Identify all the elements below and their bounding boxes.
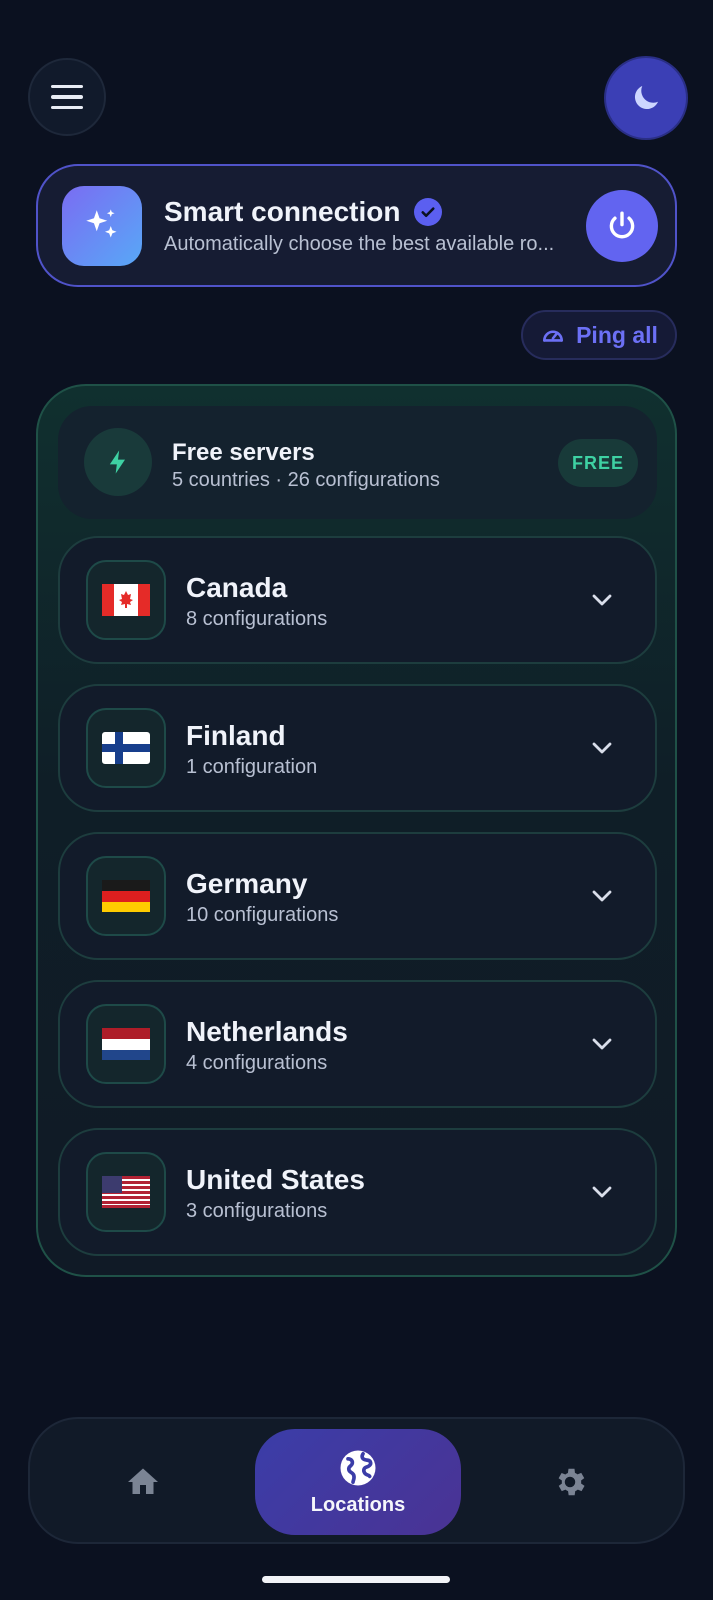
germany-flag-icon [86, 856, 166, 936]
power-icon [609, 211, 635, 239]
country-item-finland[interactable]: Finland 1 configuration [58, 684, 657, 812]
moon-icon [634, 86, 658, 110]
servers-panel: Free servers 5 countries · 26 configurat… [36, 384, 677, 1277]
sparkles-icon [62, 186, 142, 266]
country-item-united-states[interactable]: United States 3 configurations [58, 1128, 657, 1256]
united-states-flag-icon [86, 1152, 166, 1232]
country-name: Netherlands [186, 1016, 348, 1047]
smart-connection-title: Smart connection [164, 196, 443, 228]
chevron-down-icon[interactable] [590, 1032, 614, 1056]
country-name: Canada [186, 572, 288, 603]
hamburger-menu-icon [51, 84, 83, 89]
nav-settings[interactable] [552, 1464, 588, 1500]
country-configs: 1 configuration [186, 756, 318, 778]
chevron-down-icon[interactable] [590, 736, 614, 760]
country-name: Finland [186, 720, 286, 751]
lightning-icon [84, 428, 152, 496]
country-name: Germany [186, 868, 308, 899]
speedometer-icon [543, 330, 564, 342]
ping-all-label: Ping all [576, 321, 658, 348]
country-item-germany[interactable]: Germany 10 configurations [58, 832, 657, 960]
globe-icon [340, 1450, 376, 1485]
power-button[interactable] [586, 190, 658, 262]
check-badge-icon [414, 198, 443, 226]
nav-home[interactable] [125, 1464, 161, 1500]
netherlands-flag-icon [86, 1004, 166, 1084]
country-configs: 4 configurations [186, 1052, 328, 1074]
bottom-navigation: Locations [28, 1417, 685, 1544]
menu-button[interactable] [28, 58, 106, 136]
free-servers-subtitle: 5 countries · 26 configurations [172, 469, 440, 491]
chevron-down-icon[interactable] [590, 1180, 614, 1204]
country-name: United States [186, 1164, 365, 1195]
free-badge: FREE [558, 439, 638, 487]
gear-icon [558, 1468, 585, 1496]
finland-flag-icon [86, 708, 166, 788]
home-indicator[interactable] [262, 1576, 450, 1583]
canada-flag-icon [86, 560, 166, 640]
country-configs: 10 configurations [186, 904, 339, 926]
smart-connection-subtitle: Automatically choose the best available … [164, 233, 555, 255]
country-configs: 3 configurations [186, 1200, 328, 1222]
country-item-canada[interactable]: Canada 8 configurations [58, 536, 657, 664]
nav-locations-label: Locations [310, 1493, 406, 1516]
theme-toggle-button[interactable] [606, 58, 686, 138]
free-servers-header[interactable]: Free servers 5 countries · 26 configurat… [58, 406, 657, 519]
ping-all-button[interactable]: Ping all [521, 310, 677, 360]
home-icon [128, 1468, 158, 1494]
chevron-down-icon[interactable] [590, 884, 614, 908]
vpn-locations-screen: Smart connection Automatically choose th… [0, 0, 713, 1600]
country-configs: 8 configurations [186, 608, 328, 630]
free-servers-title: Free servers [172, 439, 315, 466]
smart-connection-card[interactable]: Smart connection Automatically choose th… [36, 164, 677, 287]
chevron-down-icon[interactable] [590, 588, 614, 612]
country-item-netherlands[interactable]: Netherlands 4 configurations [58, 980, 657, 1108]
nav-locations[interactable]: Locations [255, 1429, 461, 1535]
